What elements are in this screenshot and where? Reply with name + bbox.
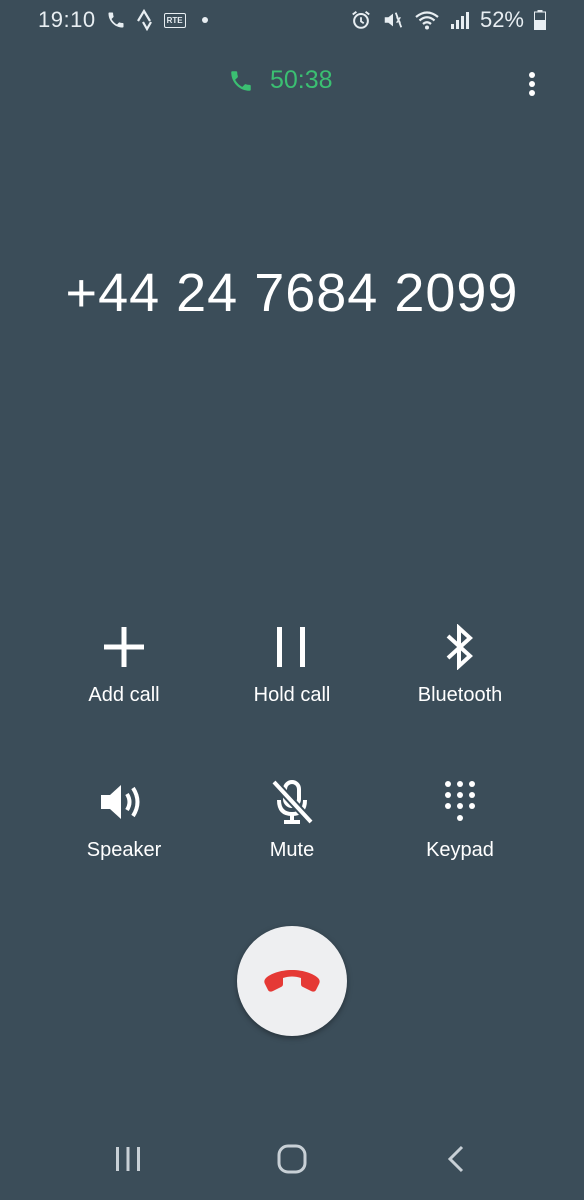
mute-button[interactable]: Mute (208, 773, 376, 903)
call-screen: 19:10 RTE 52% 50:38 +44 24 7684 2099 Add… (0, 0, 584, 1200)
phone-number: +44 24 7684 2099 (65, 263, 519, 323)
end-call-button[interactable] (237, 926, 347, 1036)
recents-button[interactable] (98, 1134, 158, 1184)
more-dot-icon (529, 72, 535, 78)
status-bar: 19:10 RTE 52% (0, 0, 584, 40)
alarm-icon (350, 9, 372, 31)
pause-icon (264, 618, 320, 676)
add-call-label: Add call (88, 684, 160, 706)
battery-icon (534, 10, 546, 30)
wifi-icon (414, 9, 440, 31)
phone-icon (106, 10, 126, 30)
call-controls: Add call Hold call Bluetooth Speaker Mut… (40, 618, 544, 903)
speaker-label: Speaker (86, 839, 162, 861)
call-timer: 50:38 (228, 66, 333, 95)
bluetooth-icon (432, 618, 488, 676)
recents-icon (113, 1145, 143, 1173)
hang-up-icon (262, 966, 322, 996)
battery-percent: 52% (479, 7, 524, 32)
status-time: 19:10 (38, 7, 96, 32)
more-dot-icon (529, 90, 535, 96)
speaker-icon (96, 773, 152, 831)
strava-icon (136, 9, 154, 31)
home-button[interactable] (262, 1134, 322, 1184)
speaker-button[interactable]: Speaker (40, 773, 208, 903)
keypad-label: Keypad (426, 839, 494, 861)
mic-off-icon (264, 773, 320, 831)
call-header: 50:38 (0, 66, 584, 102)
more-options-button[interactable] (520, 68, 544, 100)
active-call-icon (228, 68, 254, 94)
status-left: 19:10 RTE (38, 7, 208, 33)
keypad-icon (432, 773, 488, 831)
back-button[interactable] (426, 1134, 486, 1184)
bluetooth-button[interactable]: Bluetooth (376, 618, 544, 773)
signal-icon (450, 10, 470, 30)
navigation-bar (0, 1120, 584, 1200)
plus-icon (96, 618, 152, 676)
hold-call-label: Hold call (253, 684, 331, 706)
more-dot-icon (529, 81, 535, 87)
dot-icon (201, 17, 208, 23)
back-icon (445, 1144, 467, 1174)
rte-icon: RTE (163, 12, 186, 28)
call-duration: 50:38 (270, 66, 333, 94)
home-icon (276, 1143, 308, 1175)
mute-icon (382, 9, 404, 31)
keypad-button[interactable]: Keypad (376, 773, 544, 903)
mute-label: Mute (269, 839, 315, 861)
status-right: 52% (350, 7, 546, 33)
add-call-button[interactable]: Add call (40, 618, 208, 773)
hold-call-button[interactable]: Hold call (208, 618, 376, 773)
bluetooth-label: Bluetooth (417, 684, 503, 706)
